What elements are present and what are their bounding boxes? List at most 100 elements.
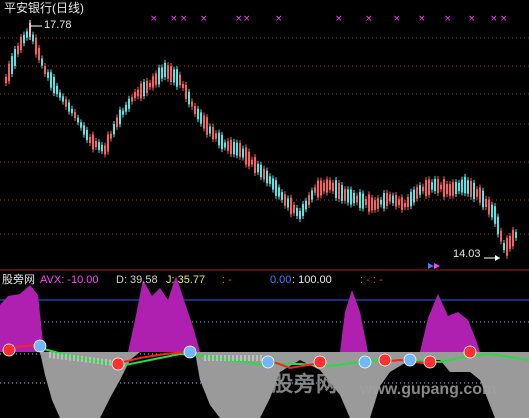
price-candle [512,229,514,247]
price-candle [194,105,196,115]
price-candle [287,198,289,208]
price-candle [416,187,418,199]
price-candle [491,204,493,218]
price-candle [185,84,187,100]
price-candle [272,178,274,190]
watermark-url: www.gupang.com [360,381,497,398]
price-candle [212,126,214,140]
j-value: J: 35.77 [166,274,206,286]
signal-marker: × [393,14,401,24]
price-candle [383,193,385,209]
watermark-logo-icon [235,377,267,409]
price-candle [329,180,331,190]
price-candle [23,34,25,44]
price-candle [164,62,166,78]
signal-value-2: : - : - [360,274,383,286]
price-candle [305,200,307,210]
price-candle [317,180,319,198]
price-candle [116,117,118,128]
buy-signal-ball [378,353,392,367]
price-candle [209,126,211,134]
price-candle [290,197,292,215]
price-candle [359,192,361,208]
buy-signal-ball [423,355,437,369]
price-candle [419,185,421,195]
price-candle [389,194,391,202]
price-candle [260,164,262,178]
sell-signal-ball [33,339,47,353]
sell-signal-ball [403,353,417,367]
price-candle [350,189,352,205]
oscillator-area [420,294,480,352]
price-candle [182,83,184,89]
price-candle [320,180,322,196]
zero-value: 0.00 [270,274,292,286]
price-candle [152,76,154,88]
price-candle [131,97,133,102]
price-candle [80,122,82,128]
price-candle [56,85,58,95]
price-candle [362,193,364,209]
price-candle [107,134,109,152]
price-candle [86,129,88,141]
price-candle [242,148,244,158]
price-candle [215,133,217,139]
price-candle [71,108,73,114]
price-candle [500,230,502,242]
price-candle [17,45,19,55]
price-candle [344,189,346,201]
price-candle [356,195,358,203]
price-candle [311,190,313,200]
price-candle [470,181,472,197]
price-candle [41,58,43,66]
price-candle [239,143,241,157]
price-candle [95,140,97,148]
price-candle [125,104,127,112]
price-candle [179,74,181,86]
price-candle [11,56,13,74]
signal-marker: × [500,14,508,24]
price-candle [476,189,478,197]
price-candle [404,202,406,208]
price-candle [398,199,400,206]
price-candle [257,163,259,173]
price-candle [224,142,226,148]
price-candle [128,98,130,109]
chart-canvas: × × × × × × × × × × × × × × × [0,14,529,418]
price-candle [221,134,223,150]
price-candle [410,191,412,207]
price-candle [197,108,199,120]
signal-marker: × [235,14,243,24]
price-candle [74,111,76,119]
price-candle [296,207,298,217]
price-candle [293,204,295,214]
sell-signal-ball [358,355,372,369]
price-candle [440,184,442,190]
signal-marker: × [468,14,476,24]
price-candle [461,179,463,193]
price-candle [65,99,67,107]
price-candle [89,137,91,143]
price-candle [236,142,238,156]
price-candle [230,139,232,155]
signal-value-1: : - [222,274,232,286]
oscillator-area [340,290,368,352]
price-candle [422,186,424,192]
price-candle [335,180,337,198]
price-candle [101,144,103,152]
signal-marker: × [275,14,283,24]
price-candle [20,36,22,51]
price-candle [14,49,16,66]
price-candle [413,189,415,203]
price-candle [431,182,433,190]
price-candle [392,195,394,204]
buy-signal-ball [313,355,327,369]
price-candle [200,112,202,124]
price-candle [482,190,484,208]
sell-signal-ball [183,345,197,359]
d-value: D: 39.58 [116,274,158,286]
price-candle [263,168,265,180]
signal-marker: × [444,14,452,24]
price-candle [446,183,448,195]
price-candle [32,34,34,42]
